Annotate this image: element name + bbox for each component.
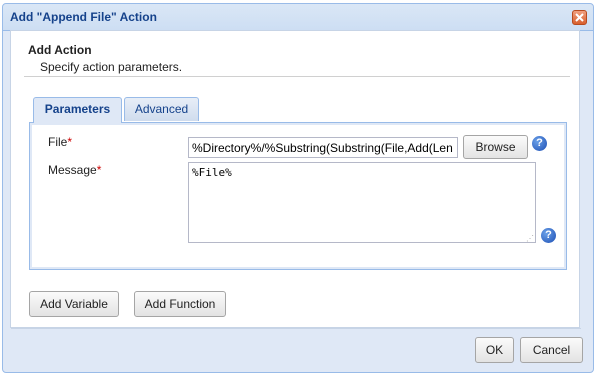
message-help-icon[interactable]: ? (541, 228, 556, 243)
dialog-title: Add "Append File" Action (10, 10, 157, 24)
file-label-text: File (48, 135, 68, 149)
file-help-icon[interactable]: ? (532, 136, 547, 151)
file-input[interactable] (188, 137, 458, 158)
message-label: Message* (48, 163, 101, 177)
add-function-button[interactable]: Add Function (134, 291, 226, 317)
add-variable-button[interactable]: Add Variable (29, 291, 119, 317)
header-title: Add Action (28, 43, 92, 57)
footer-divider (11, 328, 581, 329)
resize-grip-icon[interactable]: ⋰ (526, 234, 534, 243)
file-required-mark: * (67, 135, 73, 149)
cancel-button[interactable]: Cancel (520, 337, 583, 363)
header-divider (24, 76, 570, 77)
message-label-text: Message (48, 163, 97, 177)
file-label: File* (48, 135, 72, 149)
tab-parameters[interactable]: Parameters (33, 97, 122, 123)
ok-button[interactable]: OK (475, 337, 514, 363)
message-textarea[interactable]: %File% (188, 162, 536, 243)
close-icon[interactable] (572, 10, 587, 25)
browse-button[interactable]: Browse (463, 135, 528, 159)
dialog-titlebar[interactable]: Add "Append File" Action (3, 4, 593, 31)
tab-advanced[interactable]: Advanced (124, 97, 199, 121)
message-required-mark: * (96, 163, 102, 177)
header-subtitle: Specify action parameters. (40, 60, 183, 74)
